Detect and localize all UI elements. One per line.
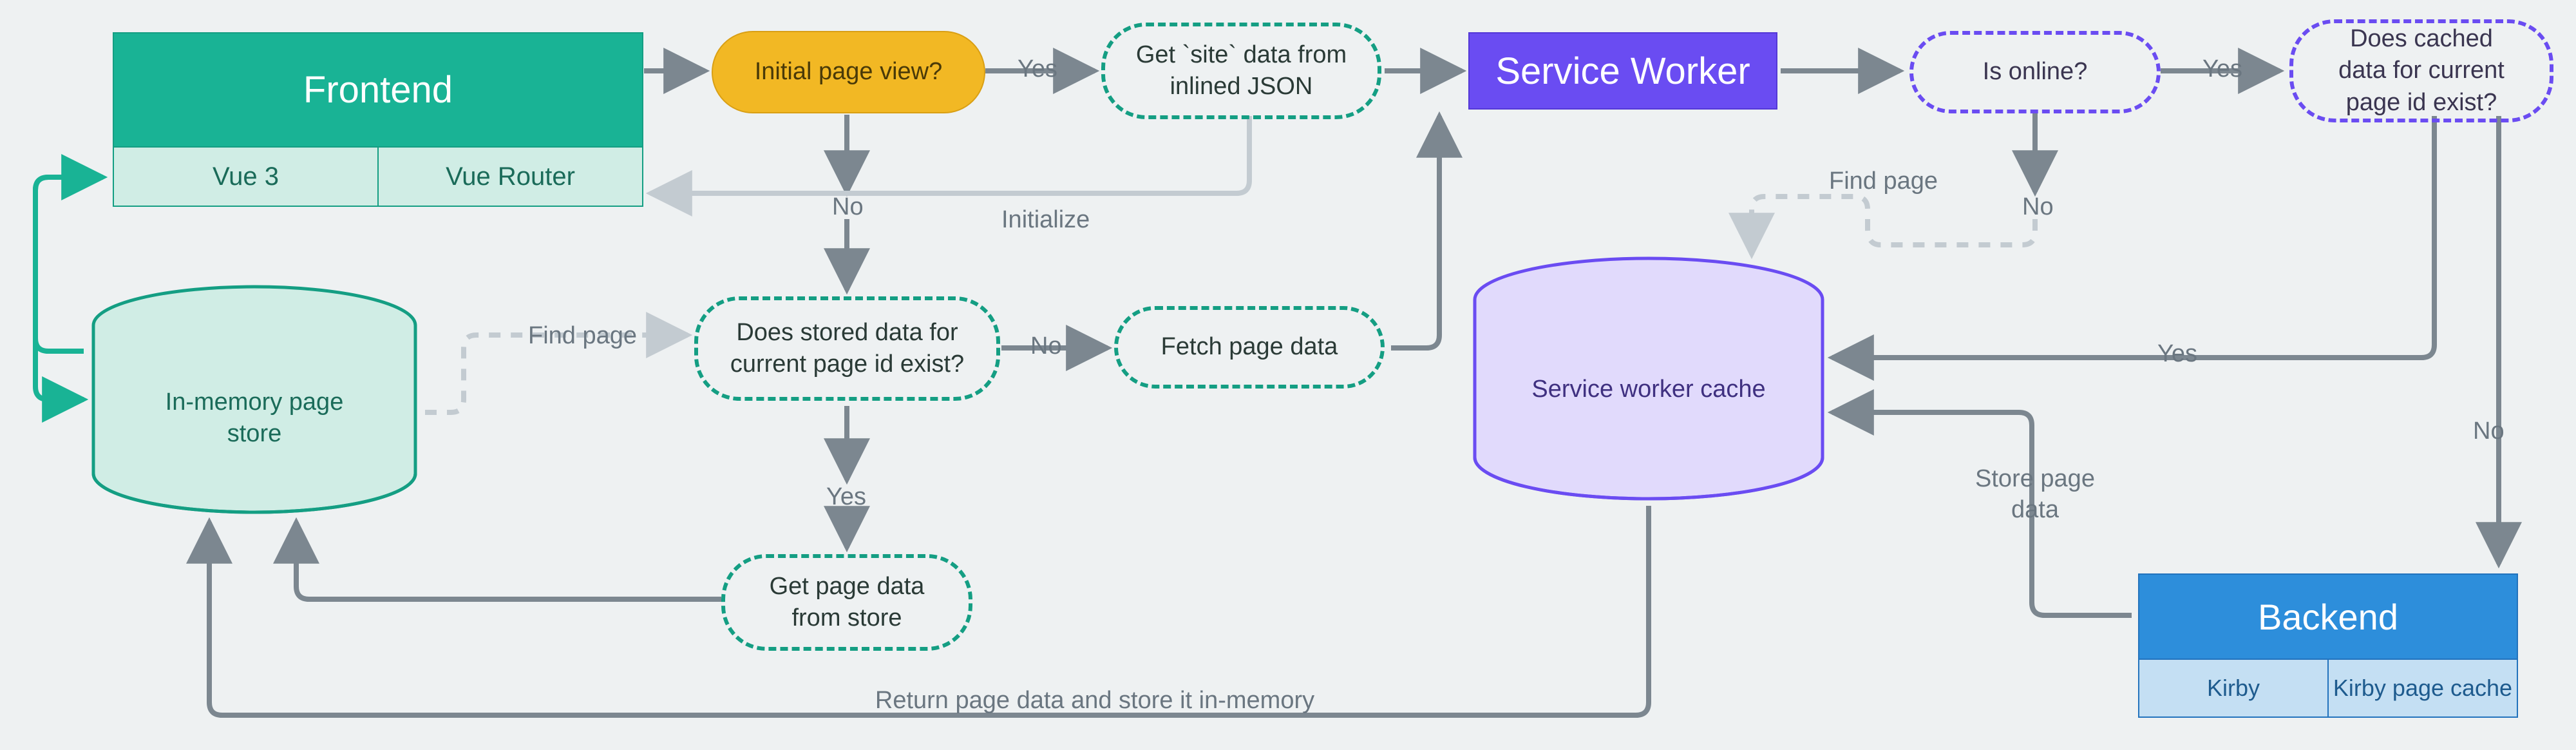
label-yes-1: Yes: [1018, 55, 1057, 83]
service-worker-box: Service Worker: [1468, 32, 1777, 110]
node-get-page-data-store: Get page data from store: [721, 554, 972, 651]
frontend-title: Frontend: [114, 34, 642, 146]
frontend-tech-router: Vue Router: [377, 146, 642, 206]
label-store-page-data: Store page data: [1964, 464, 2106, 525]
backend-box: Backend Kirby Kirby page cache: [2138, 573, 2518, 718]
label-no-4: No: [2473, 418, 2505, 445]
label-initialize: Initialize: [1001, 206, 1090, 234]
frontend-box: Frontend Vue 3 Vue Router: [113, 32, 643, 207]
backend-title: Backend: [2139, 575, 2517, 659]
label-no-2: No: [1030, 332, 1062, 360]
label-yes-3: Yes: [2202, 55, 2242, 83]
backend-tech-cache: Kirby page cache: [2327, 659, 2517, 716]
node-is-online: Is online?: [1909, 31, 2161, 113]
node-get-site-data: Get `site` data from inlined JSON: [1101, 23, 1381, 119]
node-does-cached-exist: Does cached data for current page id exi…: [2289, 19, 2553, 122]
label-find-page-2: Find page: [1829, 168, 1938, 195]
label-find-page-1: Find page: [528, 322, 637, 350]
backend-tech-kirby: Kirby: [2139, 659, 2327, 716]
label-sw-cache: Service worker cache: [1530, 374, 1768, 405]
label-no-3: No: [2022, 193, 2054, 221]
diagram-canvas: Frontend Vue 3 Vue Router Service Worker…: [0, 0, 2576, 750]
frontend-tech-vue: Vue 3: [114, 146, 377, 206]
node-initial-page-view: Initial page view?: [712, 31, 985, 113]
label-yes-2: Yes: [826, 483, 866, 511]
node-fetch-page-data: Fetch page data: [1114, 306, 1385, 389]
node-does-stored-exist: Does stored data for current page id exi…: [694, 296, 1000, 401]
label-in-memory-store: In-memory page store: [135, 387, 374, 450]
label-yes-4: Yes: [2157, 340, 2197, 368]
label-return-store: Return page data and store it in-memory: [837, 687, 1352, 715]
label-no-1: No: [832, 193, 864, 221]
